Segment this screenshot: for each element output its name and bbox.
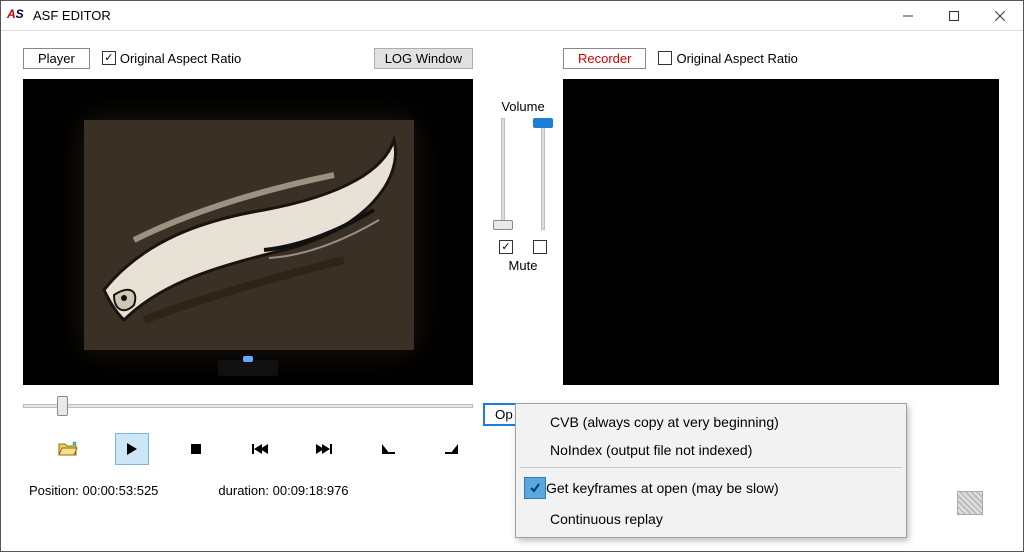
play-button[interactable]: [115, 433, 149, 465]
mark-out-button[interactable]: [435, 433, 469, 465]
close-button[interactable]: [977, 1, 1023, 31]
options-menu: CVB (always copy at very beginning) NoIn…: [515, 403, 907, 538]
player-pane: Player Original Aspect Ratio LOG Window: [23, 45, 473, 498]
app-icon: AS: [7, 7, 25, 25]
duration-readout: duration: 00:09:18:976: [218, 483, 348, 498]
skip-back-button[interactable]: [243, 433, 277, 465]
menu-separator: [520, 467, 902, 468]
position-readout: Position: 00:00:53:525: [29, 483, 158, 498]
player-video[interactable]: [23, 79, 473, 385]
volume-slider-left[interactable]: [492, 118, 514, 230]
status-row: Position: 00:00:53:525 duration: 00:09:1…: [23, 483, 473, 498]
log-window-button[interactable]: LOG Window: [374, 48, 473, 69]
options-item-continuous[interactable]: Continuous replay: [516, 505, 906, 533]
player-aspect-label: Original Aspect Ratio: [120, 51, 241, 66]
volume-pane: Volume Mute: [473, 45, 563, 273]
options-item-keyframes[interactable]: Get keyframes at open (may be slow): [516, 471, 906, 505]
recorder-aspect-checkbox[interactable]: Original Aspect Ratio: [658, 51, 797, 66]
client-area: Player Original Aspect Ratio LOG Window: [1, 31, 1023, 551]
mute-left-checkbox[interactable]: [499, 240, 513, 254]
transport-controls: [23, 433, 473, 465]
projector-graphic: [218, 360, 278, 376]
mute-right-checkbox[interactable]: [533, 240, 547, 254]
checkbox-icon: [658, 51, 672, 65]
seek-thumb[interactable]: [57, 396, 68, 416]
window-buttons: [885, 1, 1023, 31]
recorder-aspect-label: Original Aspect Ratio: [676, 51, 797, 66]
mark-in-button[interactable]: [371, 433, 405, 465]
player-seek-bar[interactable]: [23, 393, 473, 419]
options-item-noindex[interactable]: NoIndex (output file not indexed): [516, 436, 906, 464]
maximize-button[interactable]: [931, 1, 977, 31]
player-button[interactable]: Player: [23, 48, 90, 69]
recorder-button[interactable]: Recorder: [563, 48, 646, 69]
recorder-extra-button[interactable]: [957, 491, 983, 515]
skip-forward-button[interactable]: [307, 433, 341, 465]
video-content-illustration: [84, 120, 414, 350]
check-icon: [524, 477, 546, 499]
open-file-button[interactable]: [51, 433, 85, 465]
window-title: ASF EDITOR: [33, 8, 111, 23]
stop-button[interactable]: [179, 433, 213, 465]
recorder-video[interactable]: [563, 79, 999, 385]
mute-label: Mute: [483, 258, 563, 273]
volume-slider-right[interactable]: [532, 118, 554, 230]
title-bar: AS ASF EDITOR: [1, 1, 1023, 31]
checkbox-icon: [102, 51, 116, 65]
recorder-pane: Recorder Original Aspect Ratio: [563, 45, 1001, 419]
player-aspect-checkbox[interactable]: Original Aspect Ratio: [102, 51, 241, 66]
minimize-button[interactable]: [885, 1, 931, 31]
volume-label: Volume: [483, 99, 563, 114]
options-item-cvb[interactable]: CVB (always copy at very beginning): [516, 408, 906, 436]
